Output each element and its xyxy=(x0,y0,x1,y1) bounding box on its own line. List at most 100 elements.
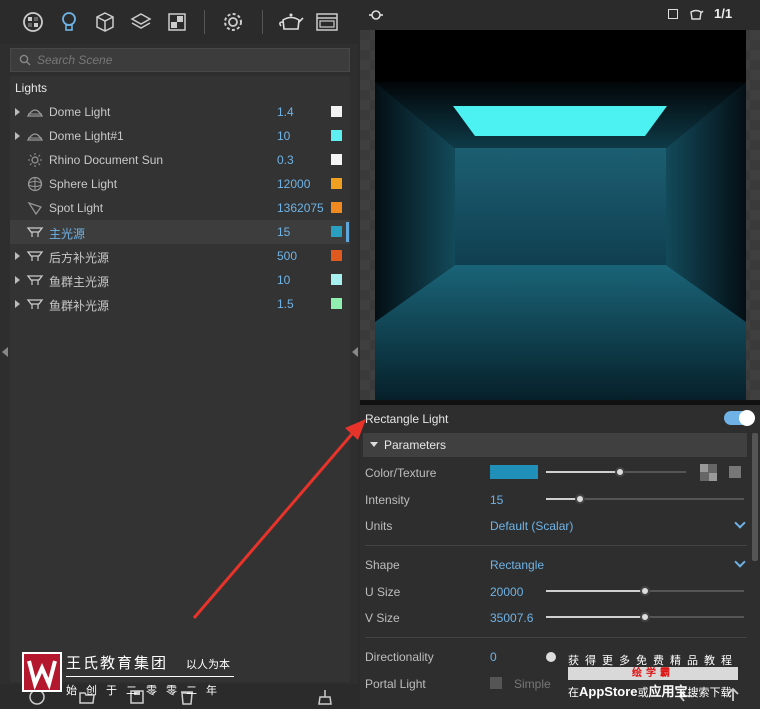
light-intensity[interactable]: 0.3 xyxy=(277,153,327,167)
light-color-swatch[interactable] xyxy=(331,130,342,141)
light-name: Sphere Light xyxy=(49,177,118,191)
light-name: 后方补光源 xyxy=(49,251,110,265)
light-intensity[interactable]: 1.5 xyxy=(277,297,327,311)
light-row[interactable]: 后方补光源 500 xyxy=(10,244,350,268)
textures-icon[interactable] xyxy=(165,10,189,34)
light-row[interactable]: 主光源 15 xyxy=(10,220,350,244)
scene-panel: Lights Dome Light 1.4 Dome Light#1 10 Rhino … xyxy=(0,0,358,709)
v-size-value[interactable]: 35007.6 xyxy=(490,611,533,625)
promo-store-line: 在AppStore或应用宝搜索下载 xyxy=(568,684,732,699)
gear-icon[interactable] xyxy=(221,10,245,34)
light-color-swatch[interactable] xyxy=(331,154,342,165)
app-window: Lights Dome Light 1.4 Dome Light#1 10 Rhino … xyxy=(0,0,760,709)
light-color-swatch[interactable] xyxy=(331,250,342,261)
light-row[interactable]: Rhino Document Sun 0.3 xyxy=(10,148,350,172)
watermark-divider xyxy=(66,676,234,677)
color-slider[interactable] xyxy=(546,467,686,477)
light-name: 主光源 xyxy=(49,227,86,241)
v-size-slider[interactable] xyxy=(546,612,744,622)
light-color-swatch[interactable] xyxy=(331,226,342,237)
light-intensity[interactable]: 500 xyxy=(277,249,327,263)
intensity-value[interactable]: 15 xyxy=(490,493,503,507)
layers-icon[interactable] xyxy=(129,10,153,34)
light-intensity[interactable]: 10 xyxy=(277,273,327,287)
light-name: Spot Light xyxy=(49,201,104,215)
toolbar xyxy=(0,0,358,44)
stop-icon[interactable] xyxy=(668,9,678,19)
frame-buffer-icon[interactable] xyxy=(315,10,339,34)
light-row[interactable]: Dome Light#1 10 xyxy=(10,124,350,148)
promo-line: 获得更多免费精品教程 xyxy=(568,655,738,667)
properties-scrollbar[interactable] xyxy=(752,433,758,561)
search-box[interactable] xyxy=(10,48,350,72)
light-enabled-toggle[interactable] xyxy=(724,410,755,426)
teapot-icon[interactable] xyxy=(688,7,704,24)
collapse-panel-icon[interactable] xyxy=(352,347,358,357)
light-row[interactable]: Spot Light 1362075 xyxy=(10,196,350,220)
render-preview xyxy=(375,30,746,400)
geometry-cube-icon[interactable] xyxy=(93,10,117,34)
u-size-slider[interactable] xyxy=(546,586,744,596)
light-color-swatch[interactable] xyxy=(331,298,342,309)
directionality-label: Directionality xyxy=(365,650,434,664)
u-size-value[interactable]: 20000 xyxy=(490,585,523,599)
light-name: Rhino Document Sun xyxy=(49,153,164,167)
materials-icon[interactable] xyxy=(21,10,45,34)
divider xyxy=(365,545,747,546)
expand-arrow-icon[interactable] xyxy=(15,108,20,116)
portal-mode-label: Simple xyxy=(514,677,551,691)
light-row[interactable]: 鱼群补光源 1.5 xyxy=(10,292,350,316)
light-intensity[interactable]: 1.4 xyxy=(277,105,327,119)
watermark-slogan: 以人为本 xyxy=(186,659,230,671)
texture-slot-button[interactable] xyxy=(729,466,741,478)
chevron-down-icon[interactable] xyxy=(734,556,746,568)
expand-arrow-icon[interactable] xyxy=(15,300,20,308)
light-intensity[interactable]: 15 xyxy=(277,225,327,239)
toolbar-divider xyxy=(262,10,263,34)
expand-arrow-icon[interactable] xyxy=(15,132,20,140)
expand-arrow-icon[interactable] xyxy=(15,276,20,284)
rect-light-icon xyxy=(26,224,44,240)
toolbar-divider xyxy=(204,10,205,34)
expand-arrow-icon[interactable] xyxy=(15,252,20,260)
texture-checker-icon[interactable] xyxy=(700,464,717,481)
search-icon xyxy=(19,54,31,66)
light-color-swatch[interactable] xyxy=(331,202,342,213)
pin-icon[interactable] xyxy=(368,8,384,25)
rect-light-icon xyxy=(26,248,44,264)
directionality-value[interactable]: 0 xyxy=(490,650,497,664)
promo-watermark: 获得更多免费精品教程 绘学霸 在AppStore或应用宝搜索下载 xyxy=(568,652,746,699)
broom-cleanup-icon[interactable] xyxy=(316,688,334,706)
watermark-title: 王氏教育集团 xyxy=(66,655,169,672)
dome-icon xyxy=(26,128,44,144)
light-intensity[interactable]: 12000 xyxy=(277,177,327,191)
directionality-knob[interactable] xyxy=(546,652,556,662)
shape-label: Shape xyxy=(365,558,400,572)
units-label: Units xyxy=(365,519,393,533)
portal-light-checkbox[interactable] xyxy=(490,677,502,689)
collapse-left-icon[interactable] xyxy=(2,347,8,357)
light-color-swatch[interactable] xyxy=(331,178,342,189)
shape-dropdown[interactable]: Rectangle xyxy=(490,558,544,572)
chevron-down-icon[interactable] xyxy=(734,517,746,529)
light-row[interactable]: Dome Light 1.4 xyxy=(10,100,350,124)
color-swatch[interactable] xyxy=(490,465,538,479)
units-dropdown[interactable]: Default (Scalar) xyxy=(490,519,573,533)
light-color-swatch[interactable] xyxy=(331,274,342,285)
color-texture-label: Color/Texture xyxy=(365,466,437,480)
light-row[interactable]: 鱼群主光源 10 xyxy=(10,268,350,292)
search-input[interactable] xyxy=(37,53,337,67)
light-name: Dome Light#1 xyxy=(49,129,124,143)
parameters-section-header[interactable]: Parameters xyxy=(363,433,747,457)
sphere-icon xyxy=(26,176,44,192)
light-intensity[interactable]: 1362075 xyxy=(277,201,327,215)
lights-list: Lights Dome Light 1.4 Dome Light#1 10 Rhino … xyxy=(10,76,350,682)
light-intensity[interactable]: 10 xyxy=(277,129,327,143)
lightbulb-icon[interactable] xyxy=(57,10,81,34)
light-color-swatch[interactable] xyxy=(331,106,342,117)
intensity-slider[interactable] xyxy=(546,494,744,504)
sun-icon xyxy=(26,152,44,168)
light-row[interactable]: Sphere Light 12000 xyxy=(10,172,350,196)
watermark-logo xyxy=(22,652,62,692)
teapot-render-icon[interactable] xyxy=(277,10,305,34)
